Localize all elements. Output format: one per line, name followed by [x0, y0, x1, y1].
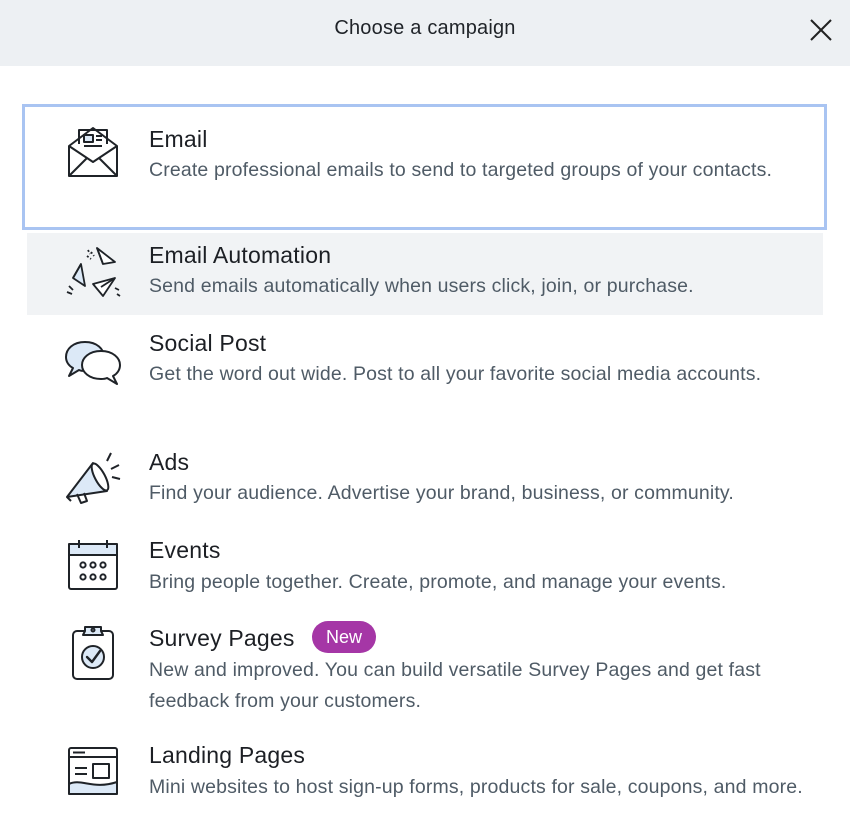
option-description: Create professional emails to send to ta… [149, 159, 773, 181]
campaign-option-email[interactable]: Email Create professional emails to send… [22, 104, 827, 230]
close-icon [810, 19, 832, 41]
option-title: Landing Pages [149, 742, 306, 768]
option-title: Social Post [149, 330, 267, 356]
option-title: Survey Pages [149, 625, 295, 651]
speech-bubbles-icon [63, 330, 123, 390]
close-button[interactable] [806, 15, 836, 45]
clipboard-check-icon [63, 623, 123, 683]
option-description: Bring people together. Create, promote, … [149, 571, 727, 593]
option-title: Email [149, 126, 208, 152]
option-description: Get the word out wide. Post to all your … [149, 363, 762, 385]
option-description: Mini websites to host sign-up forms, pro… [149, 776, 803, 798]
modal-header: Choose a campaign [0, 0, 850, 66]
option-title: Email Automation [149, 242, 332, 268]
new-badge: New [312, 621, 377, 653]
modal-title: Choose a campaign [334, 17, 516, 39]
option-description: New and improved. You can build versatil… [149, 659, 761, 712]
calendar-icon [63, 535, 123, 595]
option-title: Events [149, 537, 221, 563]
webpage-icon [63, 740, 123, 800]
paper-planes-icon [63, 242, 123, 302]
campaign-option-email-automation[interactable]: Email Automation Send emails automatical… [27, 233, 823, 315]
megaphone-icon [63, 449, 123, 509]
campaign-option-survey-pages[interactable]: Survey Pages New New and improved. You c… [27, 621, 823, 721]
campaign-option-social-post[interactable]: Social Post Get the word out wide. Post … [27, 326, 823, 426]
envelope-newsletter-icon [63, 122, 123, 182]
option-title: Ads [149, 449, 190, 475]
option-description: Find your audience. Advertise your brand… [149, 482, 734, 504]
option-description: Send emails automatically when users cli… [149, 275, 694, 297]
campaign-option-landing-pages[interactable]: Landing Pages Mini websites to host sign… [27, 738, 823, 829]
campaign-option-ads[interactable]: Ads Find your audience. Advertise your b… [27, 445, 823, 515]
campaign-option-events[interactable]: Events Bring people together. Create, pr… [27, 533, 823, 603]
